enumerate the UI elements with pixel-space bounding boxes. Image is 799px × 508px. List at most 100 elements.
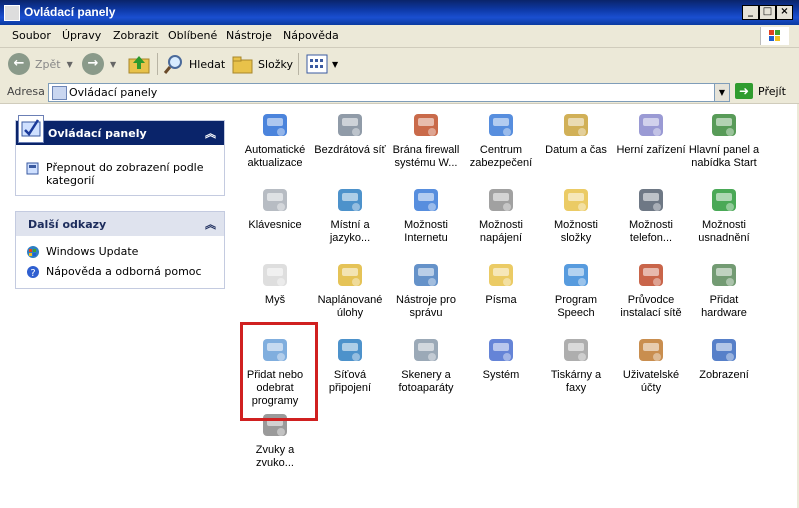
control-panel-item[interactable]: Klávesnice [238,183,312,232]
back-label: Zpět [35,57,61,71]
control-panel-item-label-line: Místní a [330,219,370,231]
menu-file[interactable]: Soubor [12,29,51,42]
up-button[interactable] [128,52,150,76]
windows-update-link[interactable]: Windows Update [26,245,138,259]
other-links-header[interactable]: Další odkazy ︽ [16,212,224,236]
control-panel-item[interactable]: Automatické aktualizace [238,108,312,170]
control-panel-item[interactable]: Myš [238,258,312,307]
update-icon [259,108,291,140]
folders-button[interactable]: Složky [232,52,293,76]
minimize-button[interactable]: _ [742,5,759,20]
collapse-chevron-icon[interactable]: ︽ [205,125,216,141]
address-dropdown-icon[interactable]: ▼ [714,84,729,101]
control-panel-item[interactable]: Centrum zabezpečení [464,108,538,170]
control-panel-item-label-line: složky [560,232,592,244]
control-panel-item[interactable]: Nástroje pro správu [389,258,463,320]
control-panel-item[interactable]: Skenery a fotoaparáty [389,333,463,395]
control-panel-item-label: Systém [464,369,538,382]
control-panel-item[interactable]: Možnosti Internetu [389,183,463,245]
views-button[interactable]: ▼ [306,52,338,76]
control-panel-task-header[interactable]: Ovládací panely ︽ [16,115,224,145]
control-panel-item[interactable]: Program Speech [539,258,613,320]
search-icon [163,55,182,74]
control-panel-item-label-line: Průvodce [627,294,675,306]
control-panel-task-box: Ovládací panely ︽ Přepnout do zobrazení … [15,115,225,196]
forward-button[interactable]: → ▼ [82,52,116,76]
switch-category-view-label: Přepnout do zobrazení podle kategorií [46,161,204,187]
close-button[interactable]: × [776,5,793,20]
control-panel-item-label: Herní zařízení [614,144,688,157]
control-panel-item-label-line: Zvuky a [255,444,295,456]
folders-icon [232,56,253,74]
switch-category-view-link[interactable]: Přepnout do zobrazení podle kategorií [26,161,211,187]
back-button[interactable]: ← Zpět ▼ [8,52,73,76]
control-panel-item-label-line: faxy [565,382,587,394]
menu-help[interactable]: Nápověda [283,29,339,42]
control-panel-item[interactable]: Tiskárny a faxy [539,333,613,395]
control-panel-item-label: Možnosti telefon... [614,219,688,245]
control-panel-item-label-line: Centrum [479,144,523,156]
control-panel-item[interactable]: Zobrazení [687,333,761,382]
phone-icon [635,183,667,215]
control-panel-item[interactable]: Průvodce instalací sítě [614,258,688,320]
collapse-chevron-icon[interactable]: ︽ [205,216,216,232]
accessibility-icon [708,183,740,215]
menu-view[interactable]: Zobrazit [113,29,159,42]
menu-edit[interactable]: Úpravy [62,29,101,42]
network-setup-icon [635,258,667,290]
control-panel-item[interactable]: Možnosti usnadnění [687,183,761,245]
search-button[interactable]: Hledat [163,52,225,76]
control-panel-item[interactable]: Možnosti složky [539,183,613,245]
control-panel-item[interactable]: Hlavní panel a nabídka Start [687,108,761,170]
address-input[interactable]: Ovládací panely ▼ [48,83,730,102]
admin-tools-icon [410,258,442,290]
control-panel-item-label-line: Program [554,294,598,306]
control-panel-item[interactable]: Naplánované úlohy [313,258,387,320]
control-panel-item-label-line: Možnosti [628,219,674,231]
control-panel-window-icon[interactable] [4,5,20,21]
control-panel-item[interactable]: Možnosti napájení [464,183,538,245]
control-panel-item-label-line: Systém [482,369,520,381]
control-panel-item-label-line: připojení [328,382,372,394]
toolbar-separator [157,53,158,75]
fonts-icon [485,258,517,290]
control-panel-item[interactable]: Místní a jazyko... [313,183,387,245]
folder-icon [560,183,592,215]
maximize-button[interactable]: □ [759,5,776,20]
window-title: Ovládací panely [24,5,116,19]
control-panel-item-label-line: Datum a čas [545,144,607,156]
forward-arrow-icon: → [82,53,104,75]
control-panel-item-label: Program Speech [539,294,613,320]
control-panel-item-label-line: zabezpečení [469,157,533,169]
control-panel-item[interactable]: Brána firewall systému W... [389,108,463,170]
control-panel-item-label-line: napájení [479,232,523,244]
control-panel-task-title: Ovládací panely [48,127,147,140]
control-panel-item-label: Klávesnice [238,219,312,232]
back-arrow-icon: ← [8,53,30,75]
control-panel-item[interactable]: Síťová připojení [313,333,387,395]
control-panel-item-label: Centrum zabezpečení [464,144,538,170]
control-panel-item-label-line: Skenery a [401,369,451,381]
control-panel-item[interactable]: Písma [464,258,538,307]
control-panel-item-label: Možnosti Internetu [389,219,463,245]
control-panel-items: Automatické aktualizace Bezdrátová síť Brán… [232,104,799,508]
control-panel-item[interactable]: Herní zařízení [614,108,688,157]
power-icon [485,183,517,215]
control-panel-item[interactable]: Uživatelské účty [614,333,688,395]
control-panel-item-label-line: instalací sítě [620,307,682,319]
go-button[interactable]: ➜ Přejít [735,83,786,99]
control-panel-item[interactable]: Bezdrátová síť [313,108,387,157]
control-panel-item[interactable]: Systém [464,333,538,382]
menu-favorites[interactable]: Oblíbené [168,29,217,42]
help-support-link[interactable]: ? Nápověda a odborná pomoc [26,265,202,279]
control-panel-item-label: Myš [238,294,312,307]
control-panel-item-label-line: Možnosti [403,219,449,231]
control-panel-item[interactable]: Možnosti telefon... [614,183,688,245]
control-panel-item[interactable]: Datum a čas [539,108,613,157]
control-panel-item-label-line: Uživatelské [622,369,680,381]
control-panel-item-label: Místní a jazyko... [313,219,387,245]
control-panel-item-label-line: systému W... [394,157,458,169]
control-panel-item[interactable]: Přidat hardware [687,258,761,320]
control-panel-item-label-line: Možnosti [701,219,747,231]
menu-tools[interactable]: Nástroje [226,29,272,42]
